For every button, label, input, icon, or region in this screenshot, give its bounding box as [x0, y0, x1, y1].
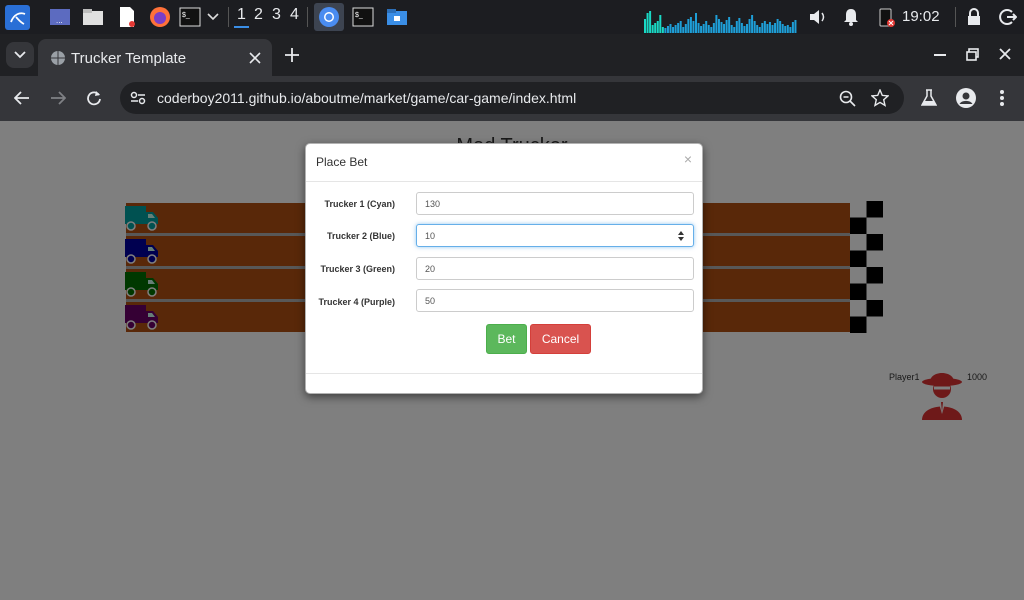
trucker-4-label: Trucker 4 (Purple): [318, 297, 395, 307]
restore-icon[interactable]: [966, 48, 979, 61]
trucker-2-bet-input[interactable]: [416, 224, 694, 247]
bet-button[interactable]: Bet: [486, 324, 527, 354]
terminal-icon[interactable]: $_: [178, 5, 202, 29]
svg-text:$_: $_: [355, 12, 363, 19]
page-content: Mad Trucker Player1 1000 Place Bet × Tru…: [0, 121, 1024, 600]
battery-icon[interactable]: [874, 5, 898, 29]
browser-tab-strip: Trucker Template: [0, 34, 1024, 76]
modal-footer: [306, 373, 702, 393]
minimize-icon[interactable]: [934, 54, 946, 57]
back-arrow-icon[interactable]: [14, 91, 30, 105]
trucker-4-bet-input[interactable]: [416, 289, 694, 312]
number-spinner-icon[interactable]: [677, 230, 685, 242]
kali-menu-icon[interactable]: [5, 5, 30, 30]
site-settings-icon[interactable]: [130, 91, 146, 105]
close-window-icon[interactable]: [999, 48, 1011, 60]
desktop-icon[interactable]: ...: [48, 5, 72, 29]
modal-close-button[interactable]: ×: [684, 152, 692, 166]
volume-icon[interactable]: [806, 5, 830, 29]
browser-tab[interactable]: Trucker Template: [38, 39, 272, 76]
address-bar[interactable]: coderboy2011.github.io/aboutme/market/ga…: [120, 82, 904, 114]
url-text[interactable]: coderboy2011.github.io/aboutme/market/ga…: [157, 90, 576, 106]
close-tab-icon[interactable]: [249, 52, 261, 64]
clock[interactable]: 19:02: [902, 8, 940, 25]
notification-bell-icon[interactable]: [839, 5, 863, 29]
browser-toolbar: coderboy2011.github.io/aboutme/market/ga…: [0, 76, 1024, 121]
labs-flask-icon[interactable]: [921, 89, 937, 107]
cpu-usage-graph: [644, 11, 797, 33]
globe-icon: [51, 51, 65, 65]
text-editor-icon[interactable]: [115, 5, 139, 29]
forward-arrow-icon[interactable]: [50, 91, 66, 105]
chevron-down-icon[interactable]: [203, 5, 223, 29]
trucker-1-label: Trucker 1 (Cyan): [324, 199, 395, 209]
terminal-window-icon[interactable]: $_: [351, 5, 375, 29]
tab-title: Trucker Template: [71, 50, 187, 67]
os-taskbar: ... $_ 1 2 3 4 $_ 19:02: [0, 0, 1024, 34]
reload-icon[interactable]: [86, 90, 102, 106]
chevron-down-icon: [14, 51, 26, 59]
profile-avatar-icon[interactable]: [956, 88, 976, 108]
more-menu-icon[interactable]: [999, 89, 1005, 107]
trucker-3-label: Trucker 3 (Green): [320, 264, 395, 274]
chrome-window-button[interactable]: [314, 3, 344, 31]
workspace-1[interactable]: 1: [234, 6, 249, 28]
lock-icon[interactable]: [962, 5, 986, 29]
workspace-3[interactable]: 3: [272, 6, 281, 24]
logout-icon[interactable]: [996, 5, 1020, 29]
firefox-icon[interactable]: [148, 5, 172, 29]
modal-header: Place Bet ×: [306, 144, 702, 182]
tab-search-button[interactable]: [6, 42, 34, 68]
place-bet-modal: Place Bet × Trucker 1 (Cyan) Trucker 2 (…: [305, 143, 703, 394]
cancel-button[interactable]: Cancel: [530, 324, 591, 354]
workspace-4[interactable]: 4: [290, 6, 299, 24]
chrome-icon: [319, 7, 339, 27]
trucker-1-bet-input[interactable]: [416, 192, 694, 215]
folder-window-icon[interactable]: [385, 5, 409, 29]
file-manager-icon[interactable]: [81, 5, 105, 29]
trucker-2-label: Trucker 2 (Blue): [326, 231, 395, 241]
trucker-3-bet-input[interactable]: [416, 257, 694, 280]
new-tab-icon[interactable]: [285, 48, 299, 62]
svg-text:...: ...: [56, 16, 63, 25]
bookmark-star-icon[interactable]: [871, 89, 889, 107]
modal-title: Place Bet: [316, 155, 368, 169]
svg-text:$_: $_: [182, 12, 190, 19]
zoom-icon[interactable]: [839, 90, 856, 107]
workspace-2[interactable]: 2: [254, 6, 263, 24]
